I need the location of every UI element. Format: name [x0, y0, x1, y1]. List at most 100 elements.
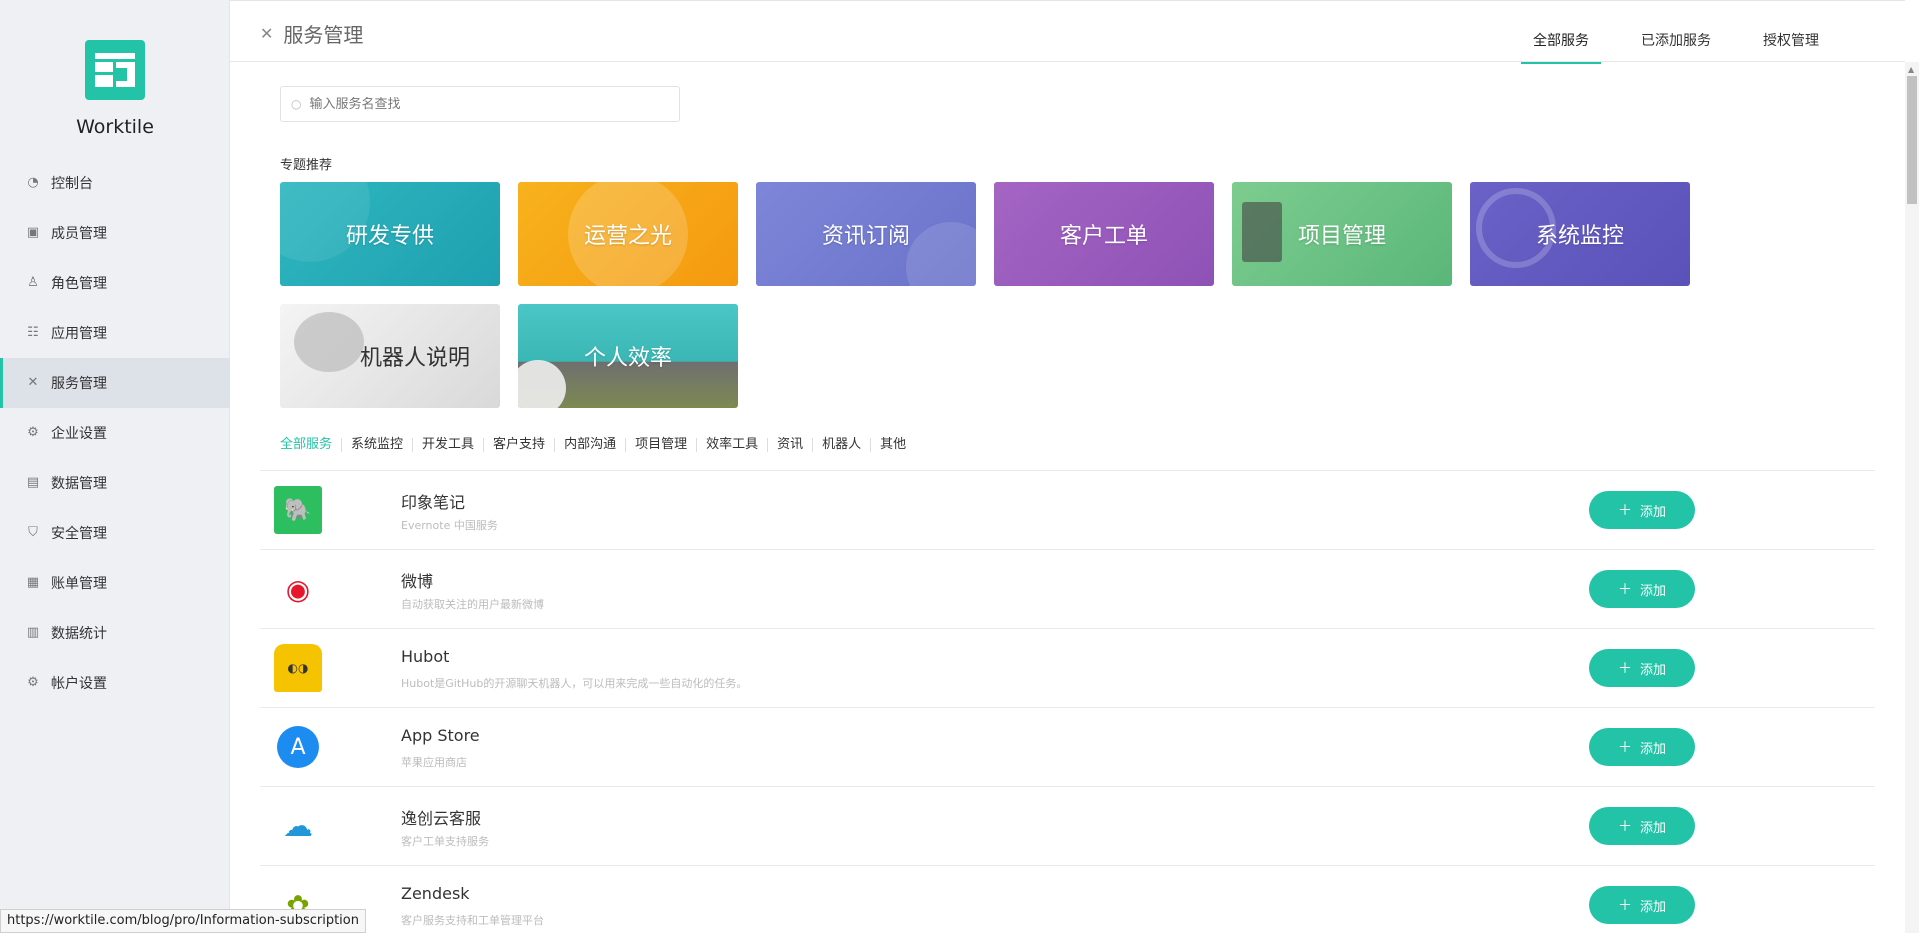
category-support[interactable]: 客户支持	[483, 438, 554, 452]
topic-card-operations[interactable]: 运营之光	[518, 182, 738, 286]
tools-icon: ✕	[27, 375, 39, 390]
add-service-button[interactable]: ＋添加	[1589, 491, 1695, 529]
add-service-button[interactable]: ＋添加	[1589, 728, 1695, 766]
sidebar-item-label: 服务管理	[51, 376, 107, 392]
topic-card-news[interactable]: 资讯订阅	[756, 182, 976, 286]
list-item: 🐘 印象笔记 Evernote 中国服务 ＋添加	[260, 471, 1875, 550]
page-header: ✕ 服务管理 全部服务 已添加服务 授权管理	[230, 0, 1905, 64]
sidebar-item-label: 数据管理	[51, 476, 107, 492]
topic-card-monitoring[interactable]: 系统监控	[1470, 182, 1690, 286]
sidebar-item-label: 安全管理	[51, 526, 107, 542]
category-all[interactable]: 全部服务	[280, 438, 341, 452]
sidebar-item-dashboard[interactable]: ◔ 控制台	[0, 158, 230, 208]
category-other[interactable]: 其他	[870, 438, 915, 452]
service-desc: 自动获取关注的用户最新微博	[401, 598, 544, 611]
topic-card-dev[interactable]: 研发专供	[280, 182, 500, 286]
plus-icon: ＋	[1617, 503, 1632, 519]
sidebar-item-label: 数据统计	[51, 626, 107, 642]
service-name: 微博	[401, 572, 434, 591]
status-bar-url: https://worktile.com/blog/pro/Informatio…	[0, 909, 366, 933]
list-item: ◐◑ Hubot Hubot是GitHub的开源聊天机器人，可以用来完成一些自动…	[260, 629, 1875, 708]
worktile-logo-icon	[85, 40, 145, 100]
sidebar-item-label: 账单管理	[51, 576, 107, 592]
apps-icon: ☷	[27, 325, 39, 340]
member-icon: ▣	[26, 225, 40, 240]
sidebar-item-label: 企业设置	[51, 426, 107, 442]
service-desc: 客户服务支持和工单管理平台	[401, 914, 544, 927]
page-title: ✕ 服务管理	[260, 19, 363, 48]
category-robot[interactable]: 机器人	[812, 438, 870, 452]
service-name: Hubot	[401, 647, 450, 666]
topic-card-tickets[interactable]: 客户工单	[994, 182, 1214, 286]
role-icon: ♙	[27, 275, 39, 290]
shield-icon: ⛉	[28, 525, 38, 540]
service-name: 逸创云客服	[401, 809, 482, 828]
service-name: App Store	[401, 726, 480, 745]
list-item: A App Store 苹果应用商店 ＋添加	[260, 708, 1875, 787]
scroll-thumb[interactable]	[1907, 76, 1917, 204]
sidebar-item-label: 应用管理	[51, 326, 107, 342]
category-monitoring[interactable]: 系统监控	[341, 438, 412, 452]
sidebar-item-label: 控制台	[51, 176, 93, 192]
plus-icon: ＋	[1617, 819, 1632, 835]
sidebar-item-label: 成员管理	[51, 226, 107, 242]
category-internal[interactable]: 内部沟通	[554, 438, 625, 452]
sidebar-item-enterprise-settings[interactable]: ⚙ 企业设置	[0, 408, 230, 458]
topic-card-efficiency[interactable]: 个人效率	[518, 304, 738, 408]
category-news[interactable]: 资讯	[767, 438, 812, 452]
tools-icon: ✕	[260, 24, 274, 43]
scrollbar[interactable]: ▲	[1905, 62, 1919, 933]
sidebar-item-roles[interactable]: ♙ 角色管理	[0, 258, 230, 308]
service-desc: Evernote 中国服务	[401, 519, 498, 532]
category-dev-tools[interactable]: 开发工具	[412, 438, 483, 452]
gear-icon: ⚙	[27, 425, 39, 440]
brand[interactable]: Worktile	[0, 40, 230, 138]
search-input[interactable]	[309, 96, 670, 112]
chart-icon: ▥	[26, 625, 40, 640]
list-item: ☁ 逸创云客服 客户工单支持服务 ＋添加	[260, 787, 1875, 866]
category-filter: 全部服务 系统监控 开发工具 客户支持 内部沟通 项目管理 效率工具 资讯 机器…	[280, 438, 915, 452]
tab-all-services[interactable]: 全部服务	[1507, 1, 1615, 64]
scroll-up-arrow-icon[interactable]: ▲	[1908, 65, 1914, 74]
sidebar-item-apps[interactable]: ☷ 应用管理	[0, 308, 230, 358]
sidebar-item-members[interactable]: ▣ 成员管理	[0, 208, 230, 258]
add-service-button[interactable]: ＋添加	[1589, 807, 1695, 845]
plus-icon: ＋	[1617, 582, 1632, 598]
sidebar-item-services[interactable]: ✕ 服务管理	[0, 358, 230, 408]
category-projects[interactable]: 项目管理	[625, 438, 696, 452]
add-service-button[interactable]: ＋添加	[1589, 570, 1695, 608]
tab-added-services[interactable]: 已添加服务	[1615, 1, 1737, 63]
topic-card-robot[interactable]: 机器人说明	[280, 304, 500, 408]
plus-icon: ＋	[1617, 740, 1632, 756]
sidebar-item-statistics[interactable]: ▥ 数据统计	[0, 608, 230, 658]
service-desc: 苹果应用商店	[401, 756, 467, 769]
dashboard-icon: ◔	[27, 175, 39, 190]
list-item: ◉ 微博 自动获取关注的用户最新微博 ＋添加	[260, 550, 1875, 629]
gear-icon: ⚙	[27, 675, 39, 690]
top-tabs: 全部服务 已添加服务 授权管理	[1507, 1, 1845, 64]
app-store-icon: A	[277, 726, 319, 768]
search-box: ○	[280, 86, 680, 122]
sidebar-item-label: 角色管理	[51, 276, 107, 292]
sidebar-item-billing[interactable]: ▦ 账单管理	[0, 558, 230, 608]
sidebar-item-security[interactable]: ⛉ 安全管理	[0, 508, 230, 558]
brand-name: Worktile	[76, 116, 154, 138]
page-title-text: 服务管理	[283, 23, 364, 47]
sidebar-item-account-settings[interactable]: ⚙ 帐户设置	[0, 658, 230, 708]
topic-card-projects[interactable]: 项目管理	[1232, 182, 1452, 286]
service-desc: 客户工单支持服务	[401, 835, 489, 848]
sidebar-item-data[interactable]: ▤ 数据管理	[0, 458, 230, 508]
topic-cards: 研发专供 运营之光 资讯订阅 客户工单 项目管理 系统监控 机器人说明 个人效率	[280, 182, 1700, 408]
service-list: 🐘 印象笔记 Evernote 中国服务 ＋添加 ◉ 微博 自动获取关注的用户最…	[260, 470, 1875, 933]
category-efficiency[interactable]: 效率工具	[696, 438, 767, 452]
search-icon: ○	[291, 97, 302, 111]
add-service-button[interactable]: ＋添加	[1589, 886, 1695, 924]
topics-title: 专题推荐	[280, 158, 333, 173]
service-name: Zendesk	[401, 884, 470, 903]
sidebar: Worktile ◔ 控制台 ▣ 成员管理 ♙ 角色管理 ☷ 应用管理 ✕ 服务管理 ⚙ 企…	[0, 0, 230, 933]
tab-authorization[interactable]: 授权管理	[1737, 1, 1845, 63]
service-name: 印象笔记	[401, 493, 466, 512]
plus-icon: ＋	[1617, 898, 1632, 914]
add-service-button[interactable]: ＋添加	[1589, 649, 1695, 687]
evernote-icon: 🐘	[274, 486, 322, 534]
